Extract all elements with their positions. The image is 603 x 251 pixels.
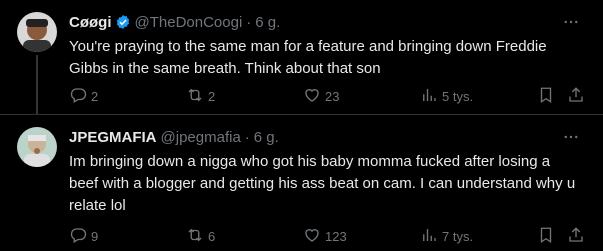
bookmark-button[interactable] xyxy=(537,84,555,108)
reply-icon xyxy=(69,86,87,107)
repost-count: 6 xyxy=(208,228,216,244)
like-button[interactable]: 23 xyxy=(303,84,339,108)
repost-icon xyxy=(186,226,204,247)
action-bar: 2 2 23 5 tys. xyxy=(0,84,603,108)
like-icon xyxy=(303,226,321,247)
like-count: 23 xyxy=(325,88,340,104)
reply-button[interactable]: 9 xyxy=(69,224,98,248)
views-icon xyxy=(420,226,438,247)
bookmark-icon xyxy=(537,86,555,107)
avatar[interactable] xyxy=(17,127,57,167)
verified-icon xyxy=(115,14,131,30)
repost-count: 2 xyxy=(208,88,216,104)
repost-button[interactable]: 6 xyxy=(186,224,215,248)
views-button[interactable]: 7 tys. xyxy=(420,224,473,248)
bookmark-icon xyxy=(537,226,555,247)
views-icon xyxy=(420,86,438,107)
views-count: 5 tys. xyxy=(442,88,474,104)
like-count: 123 xyxy=(325,228,347,244)
author-name[interactable]: Cøøgi xyxy=(69,14,112,31)
tweet-header: Cøøgi @TheDonCoogi · 6 g. xyxy=(69,12,280,32)
share-button[interactable] xyxy=(567,224,585,248)
tweet-header: JPEGMAFIA @jpegmafia · 6 g. xyxy=(69,127,279,147)
more-icon[interactable] xyxy=(559,127,583,147)
more-icon[interactable] xyxy=(559,12,583,32)
separator-dot: · xyxy=(244,128,250,146)
action-bar: 9 6 123 7 tys. xyxy=(0,224,603,248)
share-button[interactable] xyxy=(567,84,585,108)
bookmark-button[interactable] xyxy=(537,224,555,248)
share-icon xyxy=(567,86,585,107)
repost-icon xyxy=(186,86,204,107)
reply-count: 2 xyxy=(91,88,99,104)
like-icon xyxy=(303,86,321,107)
timestamp[interactable]: 6 g. xyxy=(255,14,280,31)
reply-icon xyxy=(69,226,87,247)
like-button[interactable]: 123 xyxy=(303,224,347,248)
avatar[interactable] xyxy=(17,12,57,52)
repost-button[interactable]: 2 xyxy=(186,84,215,108)
views-count: 7 tys. xyxy=(442,228,474,244)
author-handle[interactable]: @jpegmafia xyxy=(161,129,241,146)
tweet-text: You're praying to the same man for a fea… xyxy=(69,38,547,77)
tweet[interactable]: JPEGMAFIA @jpegmafia · 6 g. Im bringing … xyxy=(0,115,603,251)
timestamp[interactable]: 6 g. xyxy=(254,129,279,146)
separator-dot: · xyxy=(246,13,252,31)
reply-count: 9 xyxy=(91,228,99,244)
reply-button[interactable]: 2 xyxy=(69,84,98,108)
author-name[interactable]: JPEGMAFIA xyxy=(69,129,157,146)
tweet[interactable]: Cøøgi @TheDonCoogi · 6 g. You're praying… xyxy=(0,0,603,114)
author-handle[interactable]: @TheDonCoogi xyxy=(135,14,243,31)
tweet-text: Im bringing down a nigga who got his bab… xyxy=(69,153,576,214)
share-icon xyxy=(567,226,585,247)
views-button[interactable]: 5 tys. xyxy=(420,84,473,108)
